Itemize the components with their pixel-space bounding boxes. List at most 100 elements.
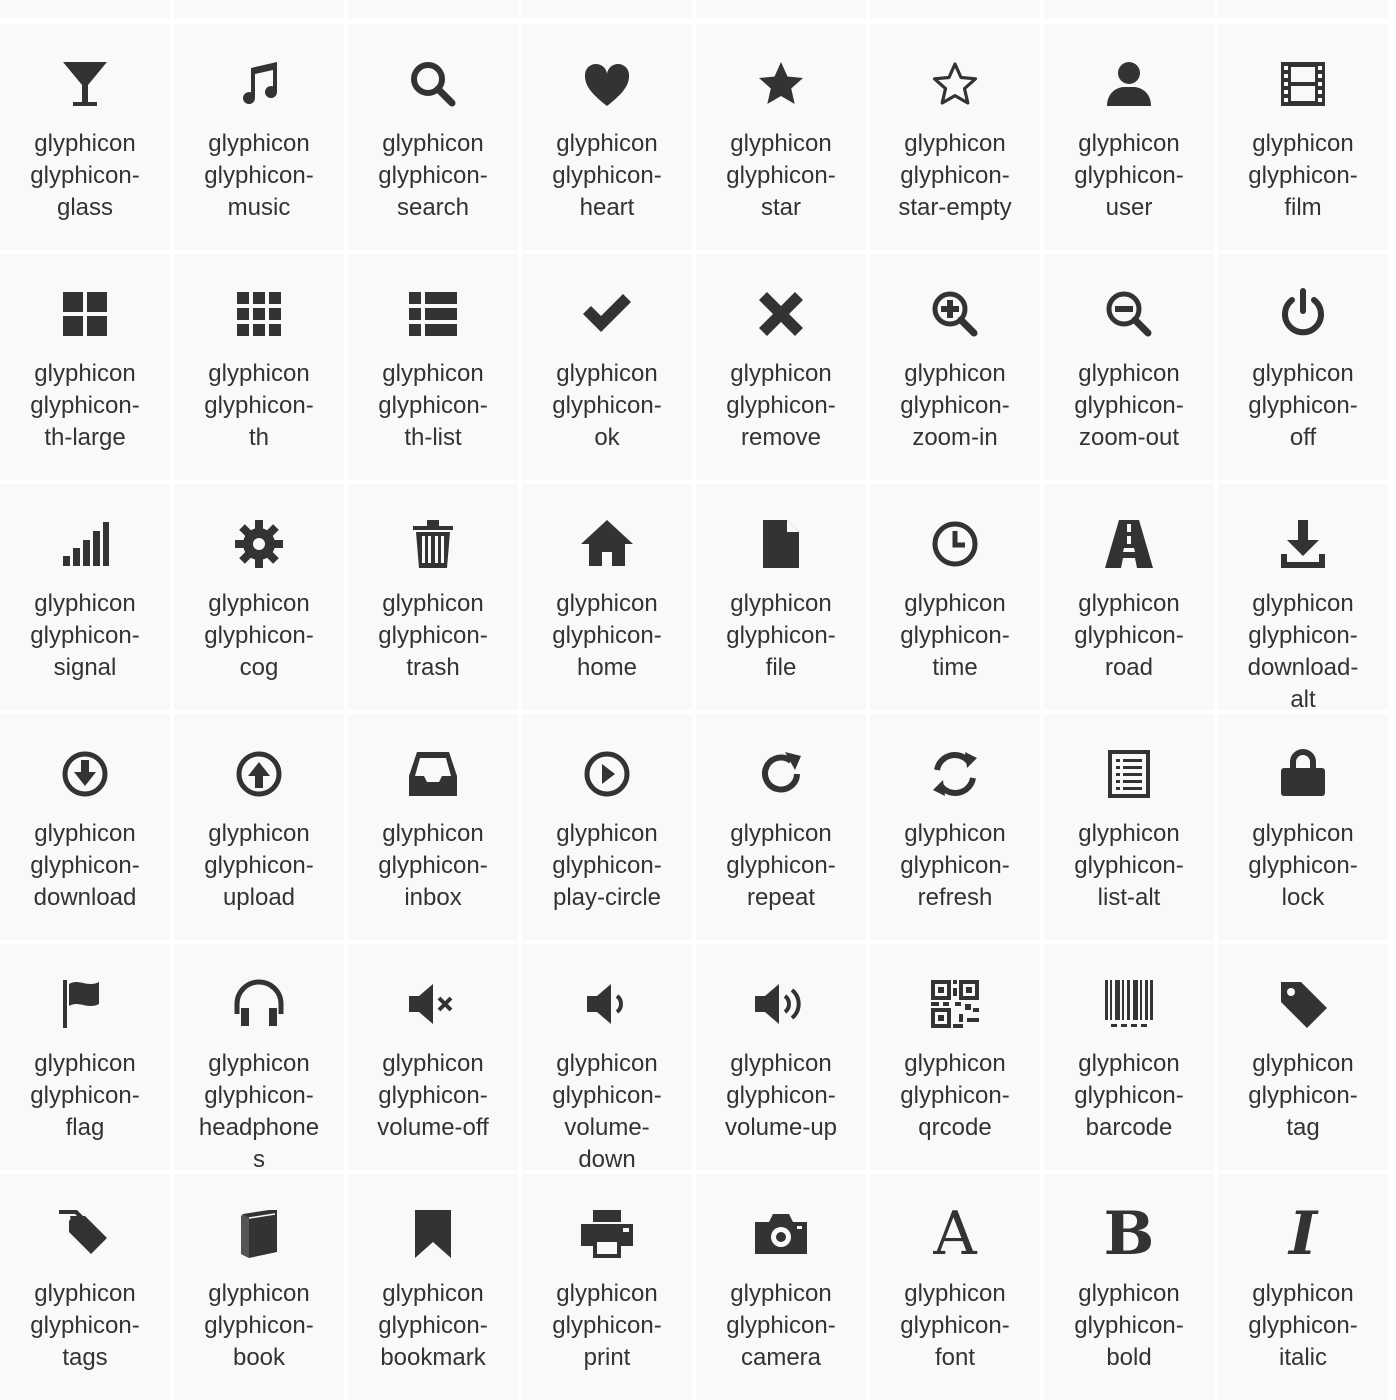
glyph-cell-upload[interactable]: glyphicon glyphicon-upload <box>174 714 344 940</box>
headphones-icon <box>229 974 289 1034</box>
th-list-icon <box>403 284 463 344</box>
glyph-label: glyphicon glyphicon-th-large <box>0 358 170 454</box>
glyph-cell-play-circle[interactable]: glyphicon glyphicon-play-circle <box>522 714 692 940</box>
glyph-cell-volume-up[interactable]: glyphicon glyphicon-volume-up <box>696 944 866 1170</box>
label-line-l2: glyphicon- <box>378 622 488 649</box>
glyph-cell-repeat[interactable]: glyphicon glyphicon-repeat <box>696 714 866 940</box>
glyph-cell-tags[interactable]: glyphicon glyphicon-tags <box>0 1174 170 1400</box>
glyph-cell-book[interactable]: glyphicon glyphicon-book <box>174 1174 344 1400</box>
glyph-cell-refresh[interactable]: glyphicon glyphicon-refresh <box>870 714 1040 940</box>
label-prefix: glyphicon <box>904 1280 1006 1307</box>
label-line-l2: glyphicon- <box>204 1312 314 1339</box>
label-line-l3: road <box>1104 654 1154 681</box>
glyph-cell-lock[interactable]: glyphicon glyphicon-lock <box>1218 714 1388 940</box>
label-prefix: glyphicon <box>1078 590 1180 617</box>
label-line-l2: glyphicon- <box>204 162 314 189</box>
label-line-l2: glyphicon- <box>204 1082 314 1109</box>
glyph-cell-headphones[interactable]: glyphicon glyphicon-headphone s <box>174 944 344 1173</box>
label-line-l2: glyphicon- <box>30 1312 140 1339</box>
bold-icon: B <box>1099 1204 1159 1264</box>
glyph-label: glyphicon glyphicon-download-alt <box>1218 588 1388 716</box>
label-line-l3: bookmark <box>380 1344 486 1371</box>
label-line-l2: glyphicon- <box>552 1312 662 1339</box>
glyph-cell-file[interactable]: glyphicon glyphicon-file <box>696 484 866 710</box>
tags-icon <box>55 1204 115 1264</box>
label-line-l3: tags <box>62 1344 108 1371</box>
glyph-cell-volume-down[interactable]: glyphicon glyphicon-volume-down <box>522 944 692 1173</box>
glyph-cell-list-alt[interactable]: glyphicon glyphicon-list-alt <box>1044 714 1214 940</box>
glyph-cell-music[interactable]: glyphicon glyphicon-music <box>174 24 344 250</box>
label-line-l2: glyphicon- <box>726 1082 836 1109</box>
glyph-cell-time[interactable]: glyphicon glyphicon-time <box>870 484 1040 710</box>
label-prefix: glyphicon <box>382 130 484 157</box>
glyph-cell-home[interactable]: glyphicon glyphicon-home <box>522 484 692 710</box>
label-prefix: glyphicon <box>730 590 832 617</box>
label-line-l3: signal <box>53 654 117 681</box>
glyph-label: glyphicon glyphicon-home <box>522 588 692 684</box>
cog-icon <box>229 514 289 574</box>
glyph-label: glyphicon glyphicon-refresh <box>870 818 1040 914</box>
label-line-l3: list-alt <box>1097 884 1161 911</box>
glyph-cell-print[interactable]: glyphicon glyphicon-print <box>522 1174 692 1400</box>
label-line-l2: glyphicon- <box>1248 392 1358 419</box>
label-line-l2: glyphicon- <box>30 852 140 879</box>
glyph-cell-camera[interactable]: glyphicon glyphicon-camera <box>696 1174 866 1400</box>
glyph-cell-film[interactable]: glyphicon glyphicon-film <box>1218 24 1388 250</box>
glyph-cell-zoom-in[interactable]: glyphicon glyphicon-zoom-in <box>870 254 1040 480</box>
glyph-cell-download-alt[interactable]: glyphicon glyphicon-download-alt <box>1218 484 1388 713</box>
glyph-cell-volume-off[interactable]: glyphicon glyphicon-volume-off <box>348 944 518 1170</box>
glyph-cell-road[interactable]: glyphicon glyphicon-road <box>1044 484 1214 710</box>
label-line-l2: glyphicon- <box>726 392 836 419</box>
glyph-cell-search[interactable]: glyphicon glyphicon-search <box>348 24 518 250</box>
glyph-label: glyphicon glyphicon-music <box>174 128 344 224</box>
glyph-cell-flag[interactable]: glyphicon glyphicon-flag <box>0 944 170 1170</box>
download-icon <box>55 744 115 804</box>
glyph-cell-font[interactable]: Aglyphicon glyphicon-font <box>870 1174 1040 1400</box>
glyph-cell-th[interactable]: glyphicon glyphicon-th <box>174 254 344 480</box>
glyph-cell-cog[interactable]: glyphicon glyphicon-cog <box>174 484 344 710</box>
label-prefix: glyphicon <box>34 1280 136 1307</box>
glyph-cell-signal[interactable]: glyphicon glyphicon-signal <box>0 484 170 710</box>
label-line-l2: glyphicon- <box>378 162 488 189</box>
glyph-cell-glass[interactable]: glyphicon glyphicon-glass <box>0 24 170 250</box>
glyph-cell-star-empty[interactable]: glyphicon glyphicon-star-empty <box>870 24 1040 250</box>
glyph-cell-qrcode[interactable]: glyphicon glyphicon-qrcode <box>870 944 1040 1170</box>
label-line-l2: glyphicon- <box>900 392 1010 419</box>
label-line-l3: th-list <box>404 424 462 451</box>
label-line-l3: search <box>396 194 470 221</box>
glyph-cell-bookmark[interactable]: glyphicon glyphicon-bookmark <box>348 1174 518 1400</box>
zoom-in-icon <box>925 284 985 344</box>
glyph-cell-ok[interactable]: glyphicon glyphicon-ok <box>522 254 692 480</box>
glyph-label: glyphicon glyphicon-time <box>870 588 1040 684</box>
glyph-cell-barcode[interactable]: glyphicon glyphicon-barcode <box>1044 944 1214 1170</box>
label-prefix: glyphicon <box>904 1050 1006 1077</box>
label-prefix: glyphicon <box>34 130 136 157</box>
glyph-cell-user[interactable]: glyphicon glyphicon-user <box>1044 24 1214 250</box>
trash-icon <box>403 514 463 574</box>
glyph-cell-bold[interactable]: Bglyphicon glyphicon-bold <box>1044 1174 1214 1400</box>
label-line-l3: headphone <box>198 1114 320 1141</box>
glyph-cell-zoom-out[interactable]: glyphicon glyphicon-zoom-out <box>1044 254 1214 480</box>
glyph-cell-star[interactable]: glyphicon glyphicon-star <box>696 24 866 250</box>
cropped-cell <box>696 0 866 18</box>
star-icon <box>751 54 811 114</box>
glyph-cell-inbox[interactable]: glyphicon glyphicon-inbox <box>348 714 518 940</box>
label-prefix: glyphicon <box>1078 360 1180 387</box>
glyph-cell-download[interactable]: glyphicon glyphicon-download <box>0 714 170 940</box>
label-line-l2: glyphicon- <box>30 622 140 649</box>
label-line-l2: glyphicon- <box>552 162 662 189</box>
glyph-cell-th-list[interactable]: glyphicon glyphicon-th-list <box>348 254 518 480</box>
glyph-cell-italic[interactable]: Iglyphicon glyphicon-italic <box>1218 1174 1388 1400</box>
glyph-cell-tag[interactable]: glyphicon glyphicon-tag <box>1218 944 1388 1170</box>
tag-icon <box>1273 974 1333 1034</box>
glyph-label: glyphicon glyphicon-volume-off <box>348 1048 518 1144</box>
cropped-cell <box>522 0 692 18</box>
label-prefix: glyphicon <box>556 590 658 617</box>
glyph-cell-remove[interactable]: glyphicon glyphicon-remove <box>696 254 866 480</box>
glyph-cell-heart[interactable]: glyphicon glyphicon-heart <box>522 24 692 250</box>
label-line-l2: glyphicon- <box>204 392 314 419</box>
glyph-cell-trash[interactable]: glyphicon glyphicon-trash <box>348 484 518 710</box>
glyph-cell-off[interactable]: glyphicon glyphicon-off <box>1218 254 1388 480</box>
book-icon <box>229 1204 289 1264</box>
glyph-cell-th-large[interactable]: glyphicon glyphicon-th-large <box>0 254 170 480</box>
